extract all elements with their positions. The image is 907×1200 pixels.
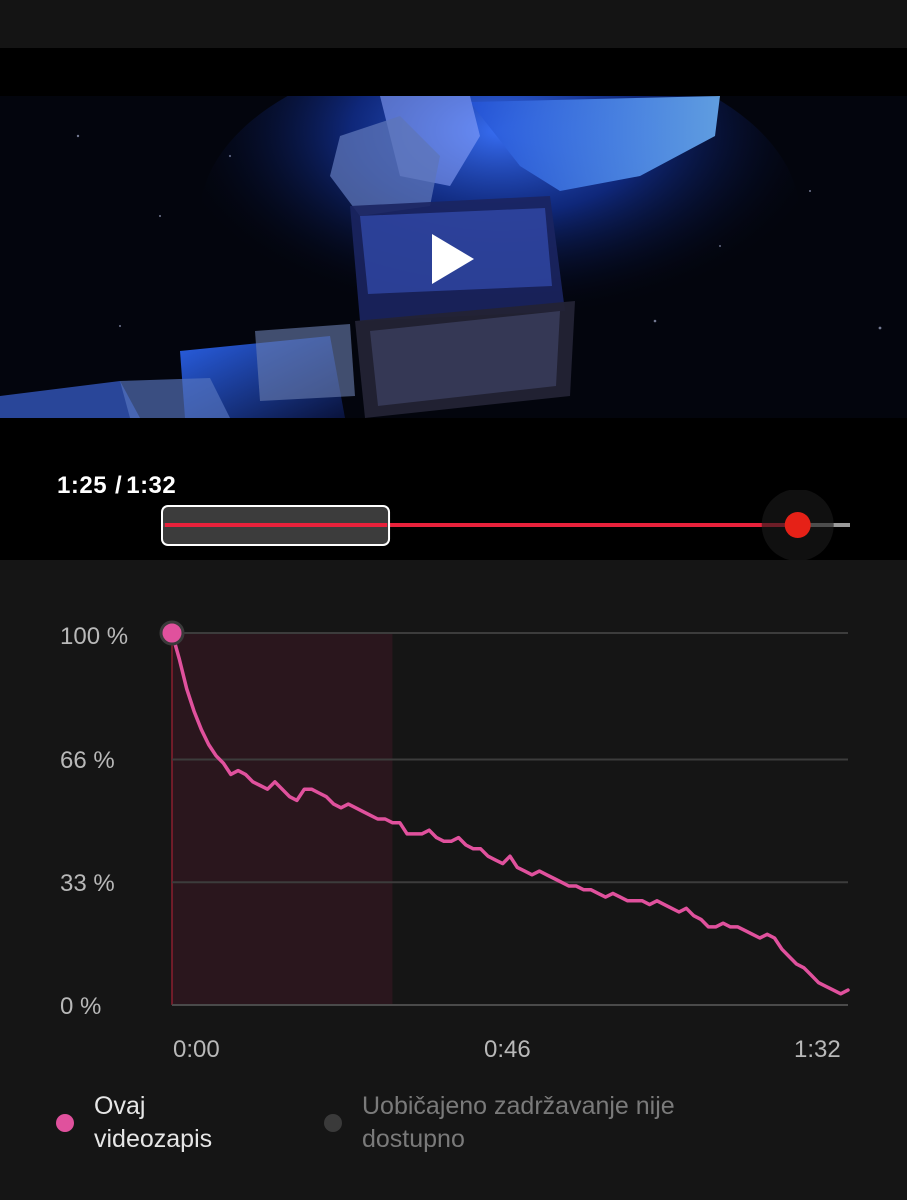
- play-button[interactable]: [412, 224, 482, 294]
- x-tick-label: 0:00: [173, 1036, 220, 1063]
- y-tick-label: 100 %: [60, 623, 129, 650]
- highlight-region: [172, 633, 393, 1005]
- legend-item-typical-retention: Uobičajeno zadržavanje nije dostupno: [324, 1090, 675, 1156]
- series-point: [159, 620, 185, 646]
- app-screen: 1:25/1:32 100 % 66 % 33 % 0 % 0:00 0:46 …: [0, 0, 907, 1200]
- legend-item-this-video[interactable]: Ovaj videozapis: [56, 1090, 212, 1156]
- retention-chart: 100 % 66 % 33 % 0 % 0:00 0:46 1:32: [0, 560, 907, 1080]
- x-tick-label: 0:46: [484, 1036, 531, 1063]
- legend-label: Ovaj videozapis: [94, 1090, 212, 1156]
- legend-label: Uobičajeno zadržavanje nije dostupno: [362, 1090, 675, 1156]
- chart-legend: Ovaj videozapis Uobičajeno zadržavanje n…: [0, 1090, 907, 1170]
- retention-chart-svg: [159, 620, 850, 1006]
- y-tick-label: 0 %: [60, 993, 102, 1020]
- y-tick-label: 66 %: [60, 747, 115, 774]
- legend-label-line: Uobičajeno zadržavanje nije: [362, 1092, 675, 1120]
- play-icon: [432, 234, 474, 284]
- legend-dot-icon: [324, 1114, 342, 1132]
- top-bar: [0, 0, 907, 48]
- legend-label-line: dostupno: [362, 1125, 465, 1153]
- progress-scrubber[interactable]: [0, 490, 907, 560]
- legend-label-line: videozapis: [94, 1125, 213, 1153]
- y-tick-label: 33 %: [60, 870, 115, 897]
- legend-dot-icon: [56, 1114, 74, 1132]
- playhead-handle[interactable]: [784, 512, 811, 538]
- legend-label-line: Ovaj: [94, 1092, 146, 1120]
- x-tick-label: 1:32: [794, 1036, 841, 1063]
